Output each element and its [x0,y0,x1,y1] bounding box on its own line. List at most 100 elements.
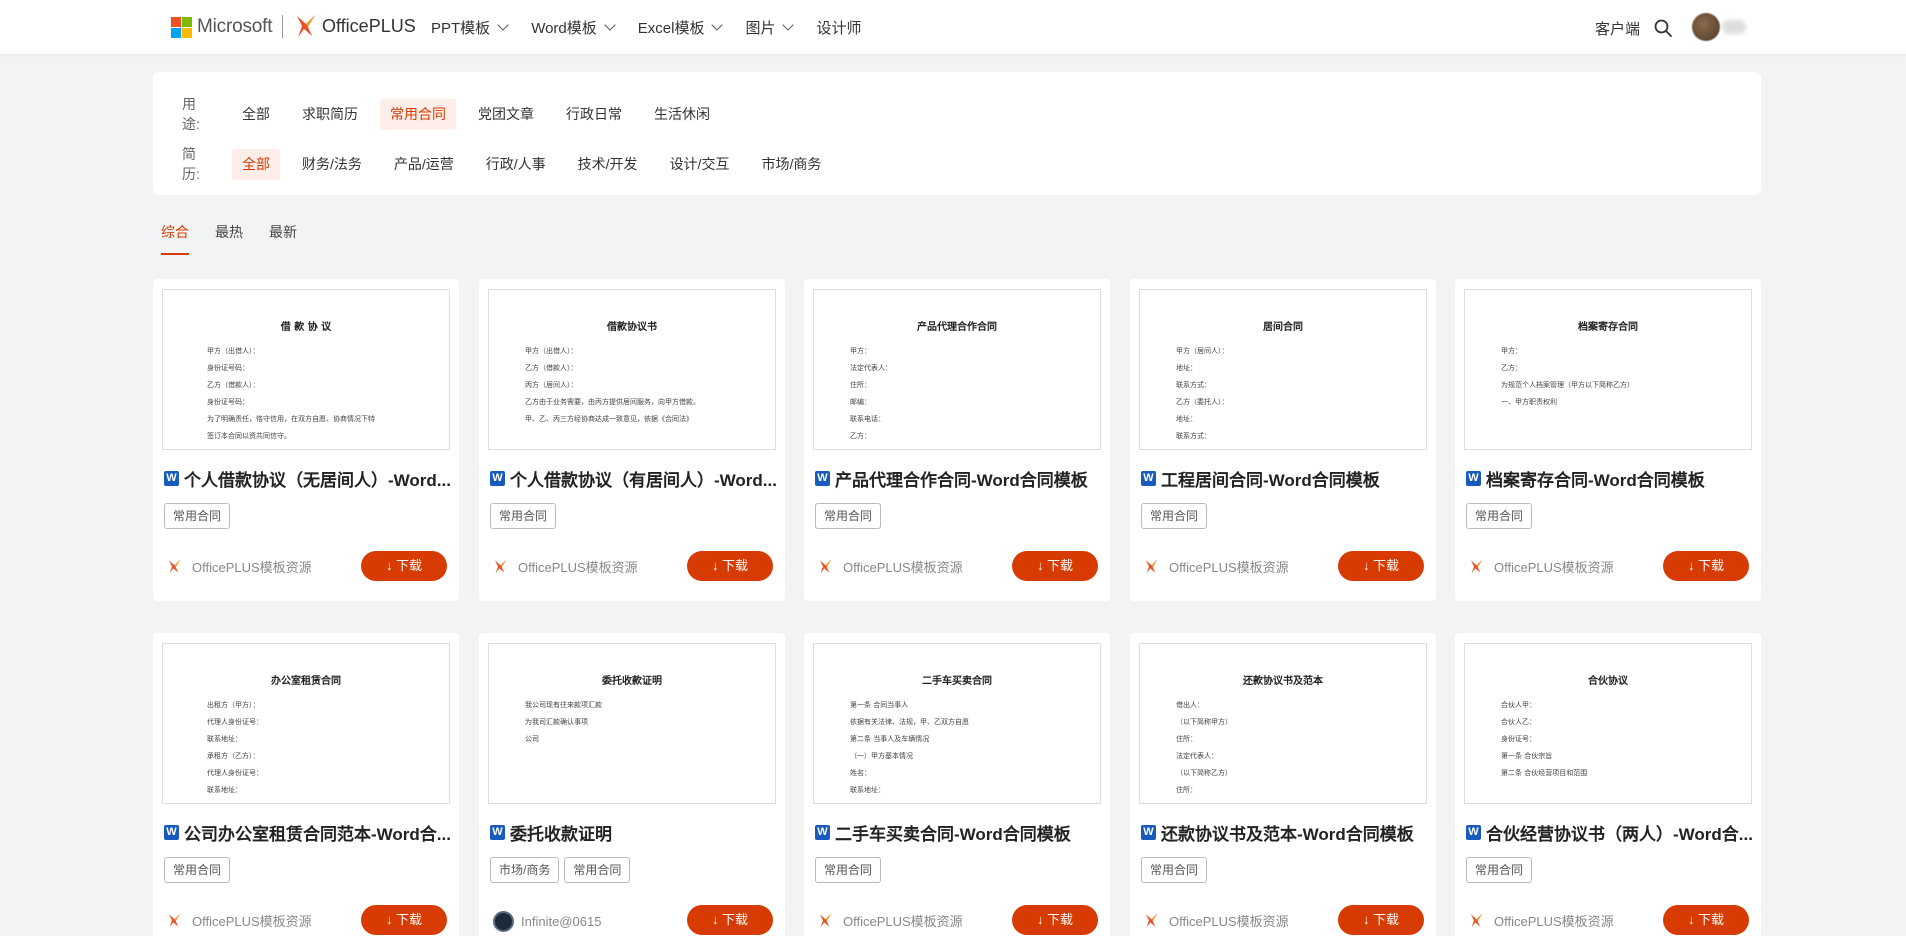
source-name: OfficePLUS模板资源 [1169,560,1289,575]
officeplus-logo[interactable]: OfficePLUS [295,14,416,38]
template-title[interactable]: W 产品代理合作合同-Word合同模板 [815,466,1105,491]
tab-overall[interactable]: 综合 [161,222,189,255]
download-button[interactable]: ↓ 下载 [1012,551,1098,581]
resume-chip-tech[interactable]: 技术/开发 [568,149,648,180]
client-download-link[interactable]: 客户端 [1595,18,1640,39]
template-source[interactable]: OfficePLUS模板资源 [818,557,963,576]
download-button[interactable]: ↓ 下载 [1663,905,1749,935]
template-card[interactable]: 借款协议书 甲方（出借人）： 乙方（借款人）： 丙方（居间人）： 乙方由于业务需要，由… [479,279,785,601]
category-tag[interactable]: 常用合同 [815,857,882,883]
nav-word-templates[interactable]: Word模板 [531,17,616,38]
template-title[interactable]: W 个人借款协议（无居间人）-Word... [164,466,454,491]
category-tag[interactable]: 常用合同 [564,857,631,883]
template-card[interactable]: 还款协议书及范本 借出人： （以下简称甲方） 住所： 法定代表人： （以下简称乙方） 住所… [1130,633,1436,936]
source-name: Infinite@0615 [521,914,602,929]
nav-excel-templates[interactable]: Excel模板 [638,17,724,38]
download-button[interactable]: ↓ 下载 [687,551,773,581]
template-preview[interactable]: 二手车买卖合同 第一条 合同当事人 依据有关法律、法规，甲、乙双方自愿 第二条 当事… [813,643,1101,804]
category-tag[interactable]: 常用合同 [815,503,882,529]
download-button[interactable]: ↓ 下载 [1338,551,1424,581]
template-source[interactable]: OfficePLUS模板资源 [1144,911,1289,930]
template-preview[interactable]: 产品代理合作合同 甲方： 法定代表人： 住所： 邮编： 联系电话： 乙方： 法定代表人： [813,289,1101,450]
download-button[interactable]: ↓ 下载 [361,905,447,935]
category-tag[interactable]: 常用合同 [1141,857,1208,883]
doc-preview-line: 联系地址： [207,786,242,794]
search-icon[interactable] [1654,19,1672,37]
doc-preview-line: 邮编： [850,398,871,406]
tab-hottest[interactable]: 最热 [215,222,243,255]
purpose-chip-contract[interactable]: 常用合同 [380,98,456,130]
template-preview[interactable]: 还款协议书及范本 借出人： （以下简称甲方） 住所： 法定代表人： （以下简称乙方） 住所… [1139,643,1427,804]
template-card[interactable]: 产品代理合作合同 甲方： 法定代表人： 住所： 邮编： 联系电话： 乙方： 法定代表人： W… [804,279,1110,601]
category-tag[interactable]: 常用合同 [1141,503,1208,529]
tag-list: 常用合同 [164,857,235,883]
category-tag[interactable]: 常用合同 [1466,857,1533,883]
doc-preview-line: 住所： [1176,735,1197,743]
purpose-chip-resume[interactable]: 求职简历 [292,99,368,130]
template-card[interactable]: 办公室租赁合同 出租方（甲方）： 代理人身份证号： 联系地址： 承租方（乙方）： 代理人… [153,633,459,936]
template-source[interactable]: OfficePLUS模板资源 [818,911,963,930]
category-tag[interactable]: 常用合同 [164,503,231,529]
purpose-chip-party[interactable]: 党团文章 [468,99,544,130]
template-preview[interactable]: 借 款 协 议 甲方（出借人）： 身份证号码： 乙方（借款人）： 身份证号码： 为了明确… [162,289,450,450]
tab-newest[interactable]: 最新 [269,222,297,255]
template-title[interactable]: W 档案寄存合同-Word合同模板 [1466,466,1756,491]
template-title[interactable]: W 公司办公室租赁合同范本-Word合... [164,820,454,845]
word-icon: W [164,471,179,486]
download-button[interactable]: ↓ 下载 [687,905,773,935]
officeplus-flame-icon [1145,913,1158,928]
template-preview[interactable]: 档案寄存合同 甲方： 乙方： 为规范个人档案管理（甲方以下简称乙方） 一、甲方职责权利 [1464,289,1752,450]
resume-chip-hr[interactable]: 行政/人事 [476,149,556,180]
resume-chip-product[interactable]: 产品/运营 [384,149,464,180]
template-source[interactable]: OfficePLUS模板资源 [167,911,312,930]
template-card[interactable]: 居间合同 甲方（居间人）： 地址： 联系方式： 乙方（委托人）： 地址： 联系方式： W工… [1130,279,1436,601]
purpose-chip-admin[interactable]: 行政日常 [556,99,632,130]
template-card[interactable]: 合伙协议 合伙人甲： 合伙人乙： 身份证号： 第一条 合伙宗旨 第二条 合伙经营项目和范… [1455,633,1761,936]
user-name-blurred[interactable] [1722,20,1746,34]
template-card[interactable]: 二手车买卖合同 第一条 合同当事人 依据有关法律、法规，甲、乙双方自愿 第二条 当事… [804,633,1110,936]
template-title[interactable]: W 合伙经营协议书（两人）-Word合... [1466,820,1756,845]
template-title[interactable]: W 工程居间合同-Word合同模板 [1141,466,1431,491]
chevron-down-icon [497,19,509,31]
template-title[interactable]: W 委托收款证明 [490,820,780,845]
category-tag[interactable]: 常用合同 [1466,503,1533,529]
resume-chip-market[interactable]: 市场/商务 [751,149,831,180]
download-button[interactable]: ↓ 下载 [1338,905,1424,935]
template-preview[interactable]: 合伙协议 合伙人甲： 合伙人乙： 身份证号： 第一条 合伙宗旨 第二条 合伙经营项目和范… [1464,643,1752,804]
logo-divider [282,15,283,38]
download-button[interactable]: ↓ 下载 [1012,905,1098,935]
purpose-chip-life[interactable]: 生活休闲 [644,99,720,130]
template-preview[interactable]: 办公室租赁合同 出租方（甲方）： 代理人身份证号： 联系地址： 承租方（乙方）： 代理人… [162,643,450,804]
template-card[interactable]: 委托收款证明 我公司现有往来款项汇款 为我司汇款确认事项 公司 W 委托收款证明 市场… [479,633,785,936]
download-button[interactable]: ↓ 下载 [1663,551,1749,581]
template-preview[interactable]: 借款协议书 甲方（出借人）： 乙方（借款人）： 丙方（居间人）： 乙方由于业务需要，由… [488,289,776,450]
doc-preview-line: 一、甲方职责权利 [1501,398,1557,406]
category-tag[interactable]: 常用合同 [164,857,231,883]
nav-images[interactable]: 图片 [745,17,795,38]
template-source[interactable]: OfficePLUS模板资源 [167,557,312,576]
template-source[interactable]: Infinite@0615 [493,911,601,932]
template-card[interactable]: 借 款 协 议 甲方（出借人）： 身份证号码： 乙方（借款人）： 身份证号码： 为了明确… [153,279,459,601]
download-button[interactable]: ↓ 下载 [361,551,447,581]
template-title[interactable]: W 二手车买卖合同-Word合同模板 [815,820,1105,845]
template-title[interactable]: W 还款协议书及范本-Word合同模板 [1141,820,1431,845]
word-icon: W [490,471,505,486]
template-preview[interactable]: 居间合同 甲方（居间人）： 地址： 联系方式： 乙方（委托人）： 地址： 联系方式： [1139,289,1427,450]
template-source[interactable]: OfficePLUS模板资源 [1469,911,1614,930]
category-tag[interactable]: 市场/商务 [490,857,560,883]
resume-chip-design[interactable]: 设计/交互 [660,149,740,180]
template-source[interactable]: OfficePLUS模板资源 [493,557,638,576]
nav-designers[interactable]: 设计师 [816,17,861,38]
user-avatar[interactable] [1692,13,1720,41]
category-tag[interactable]: 常用合同 [490,503,557,529]
nav-ppt-templates[interactable]: PPT模板 [431,17,509,38]
resume-chip-all[interactable]: 全部 [232,148,280,180]
template-source[interactable]: OfficePLUS模板资源 [1469,557,1614,576]
resume-chip-finance[interactable]: 财务/法务 [292,149,372,180]
microsoft-logo[interactable]: Microsoft [171,16,272,38]
template-title[interactable]: W 个人借款协议（有居间人）-Word... [490,466,780,491]
template-source[interactable]: OfficePLUS模板资源 [1144,557,1289,576]
purpose-chip-all[interactable]: 全部 [232,99,280,130]
template-card[interactable]: 档案寄存合同 甲方： 乙方： 为规范个人档案管理（甲方以下简称乙方） 一、甲方职责权利… [1455,279,1761,601]
template-preview[interactable]: 委托收款证明 我公司现有往来款项汇款 为我司汇款确认事项 公司 [488,643,776,804]
